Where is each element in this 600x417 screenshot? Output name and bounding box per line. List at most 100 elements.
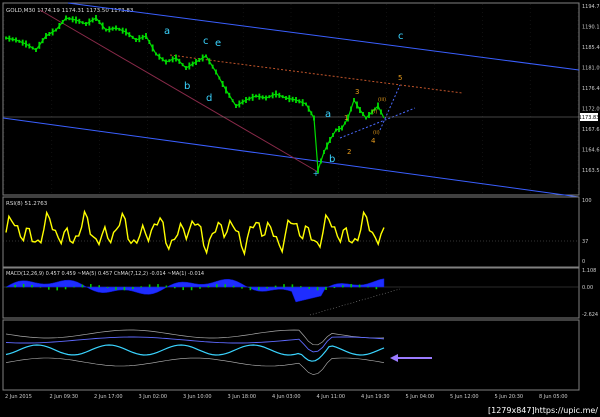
candle xyxy=(155,52,157,56)
candle xyxy=(271,92,274,99)
candle xyxy=(251,93,254,101)
wave-label-small: (i) xyxy=(372,109,377,115)
time-tick: 4 Jun 11:00 xyxy=(317,394,346,400)
candle xyxy=(68,17,71,21)
wave-label-small: (iii) xyxy=(378,97,386,103)
candle xyxy=(65,15,67,21)
macd-bar xyxy=(316,287,319,291)
time-tick: 8 Jun 05:00 xyxy=(539,394,568,400)
macd-bar xyxy=(115,287,117,290)
macd-bar xyxy=(342,285,344,288)
candle xyxy=(215,69,217,75)
candle xyxy=(329,137,331,143)
candle xyxy=(353,98,355,102)
price-tick: 1185.46 xyxy=(582,45,600,51)
candle xyxy=(320,158,322,164)
candle xyxy=(151,44,154,52)
candle xyxy=(245,97,247,103)
price-axis: 1194.71 1190.1 1185.46 1181.09 1176.46 1172.0… xyxy=(582,4,600,174)
wave-label-orange: 4 xyxy=(371,137,376,145)
candle xyxy=(301,99,304,107)
candle xyxy=(25,40,27,48)
wave-label-cyan: c xyxy=(203,36,209,47)
candle xyxy=(326,142,328,150)
candle xyxy=(95,15,97,21)
candle xyxy=(85,22,87,26)
candle xyxy=(225,86,227,94)
macd-bar xyxy=(106,287,109,288)
candle xyxy=(310,111,313,116)
price-tick: 1176.46 xyxy=(582,86,600,92)
candle xyxy=(18,39,21,43)
candle xyxy=(51,28,54,36)
wave-label-orange: 3 xyxy=(355,88,359,96)
price-tick: 1167.61 xyxy=(582,127,600,133)
macd-bar xyxy=(249,287,252,291)
wave-label-orange: 1 xyxy=(344,114,348,122)
macd-bar xyxy=(367,286,369,288)
candle xyxy=(115,25,117,31)
candle xyxy=(377,102,379,110)
candle xyxy=(265,95,267,101)
candle xyxy=(362,112,364,116)
candle xyxy=(295,97,297,103)
candle xyxy=(48,32,51,36)
wave-label-cyan: e xyxy=(215,38,221,49)
macd-bar xyxy=(350,284,352,288)
rsi-title: RSI(8) 51.2763 xyxy=(6,201,48,207)
macd-bar xyxy=(22,284,25,288)
wave-label-orange: 2 xyxy=(347,148,351,156)
candle xyxy=(241,99,244,105)
candle xyxy=(158,53,161,60)
macd-bar xyxy=(132,287,134,290)
macd-bar xyxy=(148,284,151,288)
macd-bar xyxy=(123,287,126,291)
candle xyxy=(78,18,81,24)
macd-tick: -2.624 xyxy=(582,312,598,318)
wave-label-cyan: c xyxy=(398,31,404,42)
time-tick: 3 Jun 18:00 xyxy=(228,394,257,400)
macd-bar xyxy=(73,286,75,288)
candle xyxy=(205,54,207,58)
candle xyxy=(356,101,358,109)
macd-bar xyxy=(232,285,235,288)
candle xyxy=(228,92,231,98)
candle xyxy=(261,95,264,100)
candle xyxy=(380,109,382,115)
macd-bar xyxy=(333,287,336,289)
macd-bar xyxy=(241,287,243,289)
time-tick: 5 Jun 12:00 xyxy=(450,394,479,400)
macd-bar xyxy=(300,286,302,288)
candle xyxy=(258,93,261,100)
candle xyxy=(278,92,281,98)
macd-bar xyxy=(182,287,184,291)
candle xyxy=(291,96,294,102)
candle xyxy=(88,18,91,26)
candle xyxy=(91,17,94,23)
candle xyxy=(268,95,271,99)
candle xyxy=(121,27,124,34)
candle xyxy=(365,116,367,120)
candle xyxy=(5,36,7,40)
wave-label-small: (ii) xyxy=(373,130,380,136)
candle xyxy=(368,112,370,118)
candle xyxy=(238,100,241,108)
wave-label-cyan: a xyxy=(325,109,331,120)
candle xyxy=(221,81,224,87)
candle xyxy=(125,28,127,36)
time-tick: 2 Jun 2015 xyxy=(5,394,32,400)
candle xyxy=(101,22,104,30)
candle xyxy=(323,150,325,154)
time-tick: 4 Jun 19:30 xyxy=(361,394,390,400)
candle xyxy=(275,90,277,98)
candle xyxy=(235,104,237,108)
macd-bar xyxy=(266,287,268,289)
candle xyxy=(185,66,187,70)
rsi-tick: 37 xyxy=(582,239,588,245)
time-tick: 3 Jun 02:00 xyxy=(139,394,168,400)
candle xyxy=(305,102,307,106)
macd-bar xyxy=(274,285,277,288)
candle xyxy=(281,95,284,99)
time-tick: 5 Jun 04:00 xyxy=(406,394,435,400)
candle xyxy=(208,58,211,65)
